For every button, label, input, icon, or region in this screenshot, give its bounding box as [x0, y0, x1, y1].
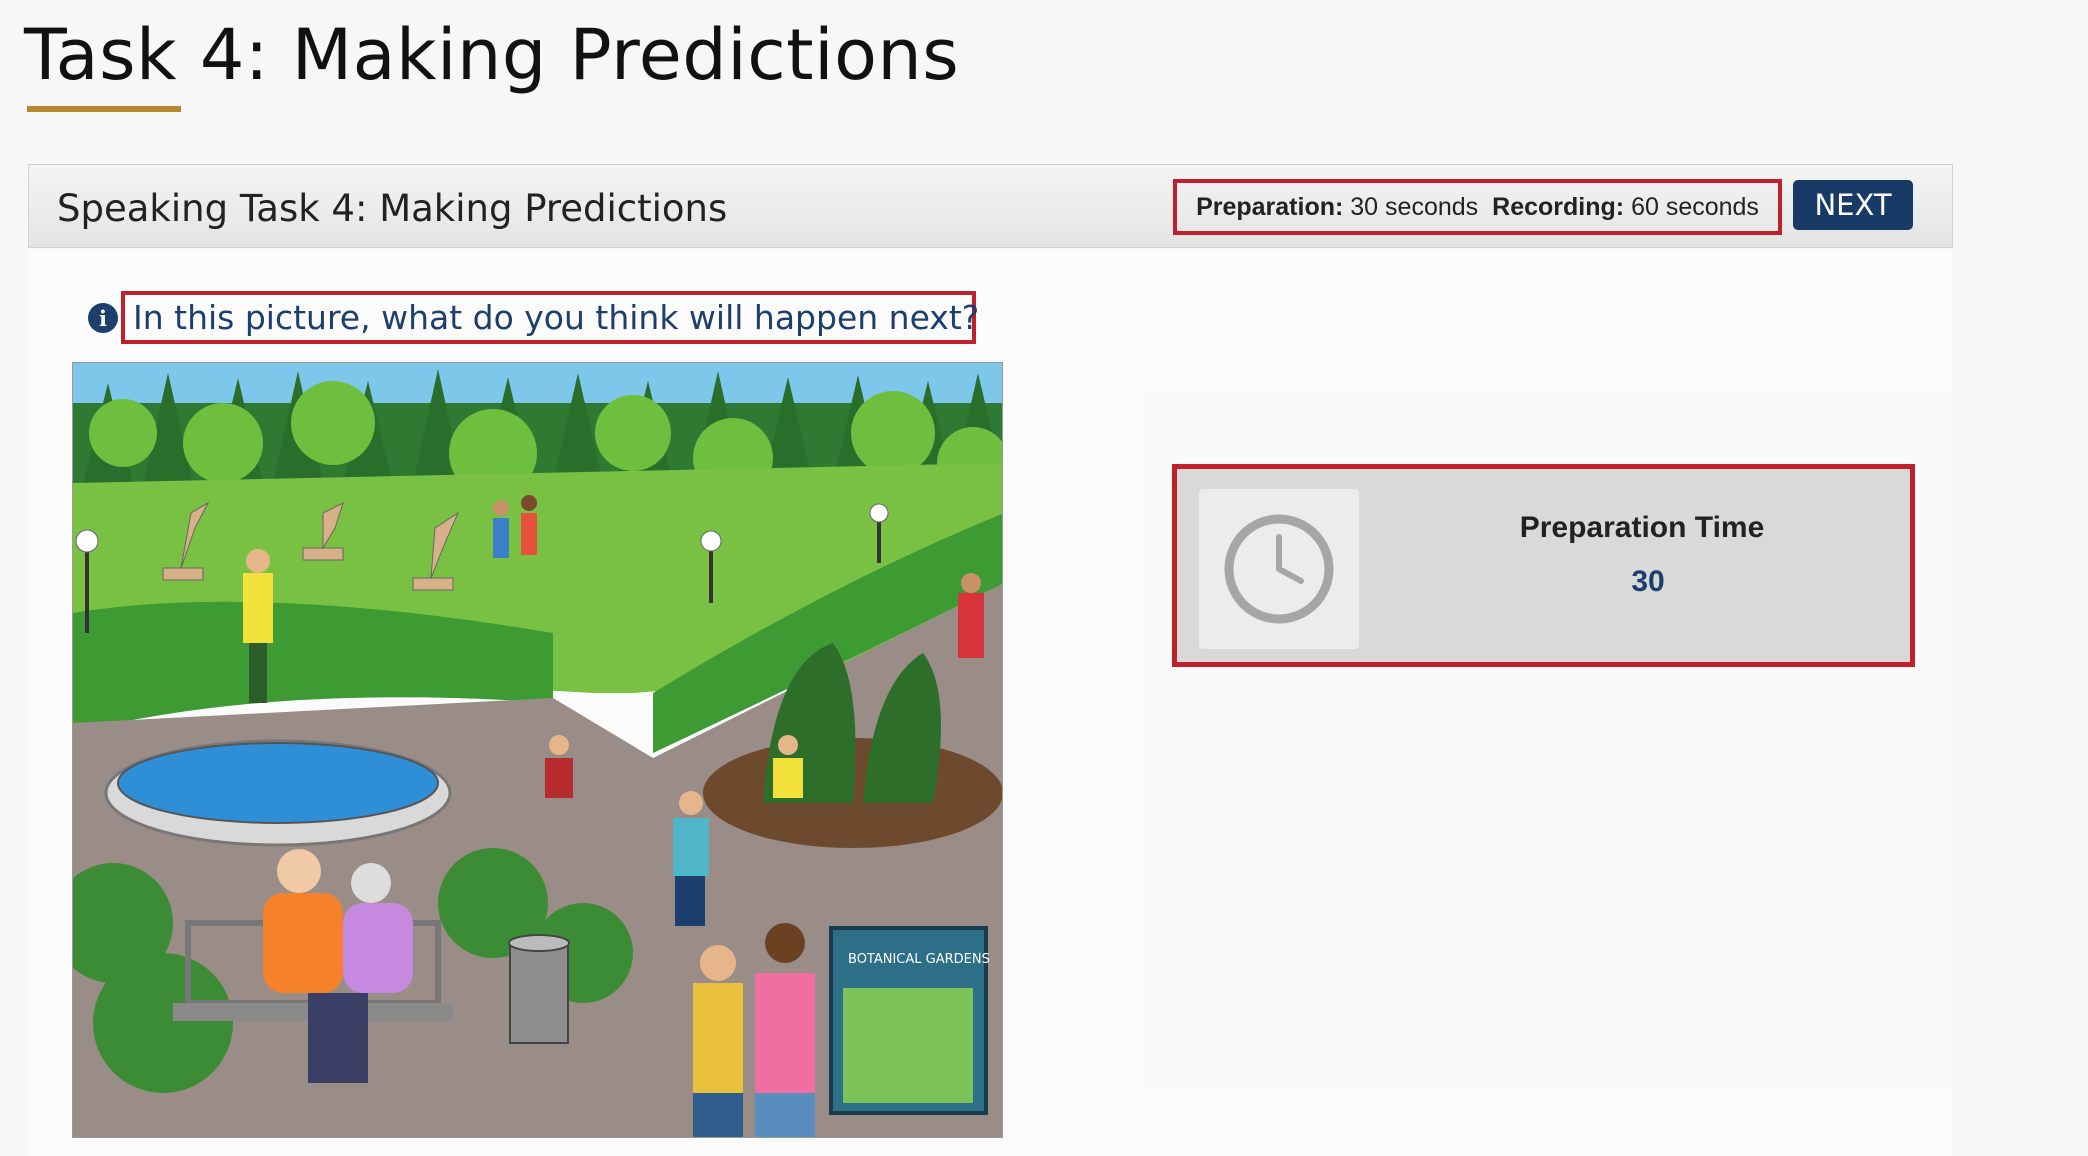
recording-value: 60 seconds — [1631, 192, 1759, 221]
recording-label: Recording: — [1492, 192, 1625, 221]
page-title: Task 4: Making Predictions — [24, 14, 960, 96]
preparation-timer: Preparation Time 30 — [1172, 464, 1915, 667]
task-bar-title: Speaking Task 4: Making Predictions — [57, 187, 728, 230]
preparation-time-value: 30 — [1631, 565, 1665, 598]
preparation-time-label: Preparation Time — [1519, 511, 1765, 544]
preparation-label: Preparation: — [1196, 192, 1344, 221]
title-underline — [27, 106, 181, 112]
timing-preparation: Preparation: 30 seconds — [1196, 193, 1478, 222]
info-icon: i — [88, 303, 118, 333]
preparation-value: 30 seconds — [1350, 192, 1479, 221]
question-prompt: In this picture, what do you think will … — [121, 291, 980, 344]
timing-recording: Recording: 60 seconds — [1492, 193, 1759, 222]
garden-scene-illustration: BOTANICAL GARDENS — [72, 362, 1003, 1138]
botanical-sign-text: BOTANICAL GARDENS — [848, 952, 990, 967]
task-bar: Speaking Task 4: Making Predictions Prep… — [28, 164, 1953, 248]
clock-icon — [1199, 489, 1359, 649]
timing-info: Preparation: 30 seconds Recording: 60 se… — [1173, 179, 1782, 235]
question-text: In this picture, what do you think will … — [133, 298, 980, 337]
next-button[interactable]: NEXT — [1793, 180, 1913, 230]
